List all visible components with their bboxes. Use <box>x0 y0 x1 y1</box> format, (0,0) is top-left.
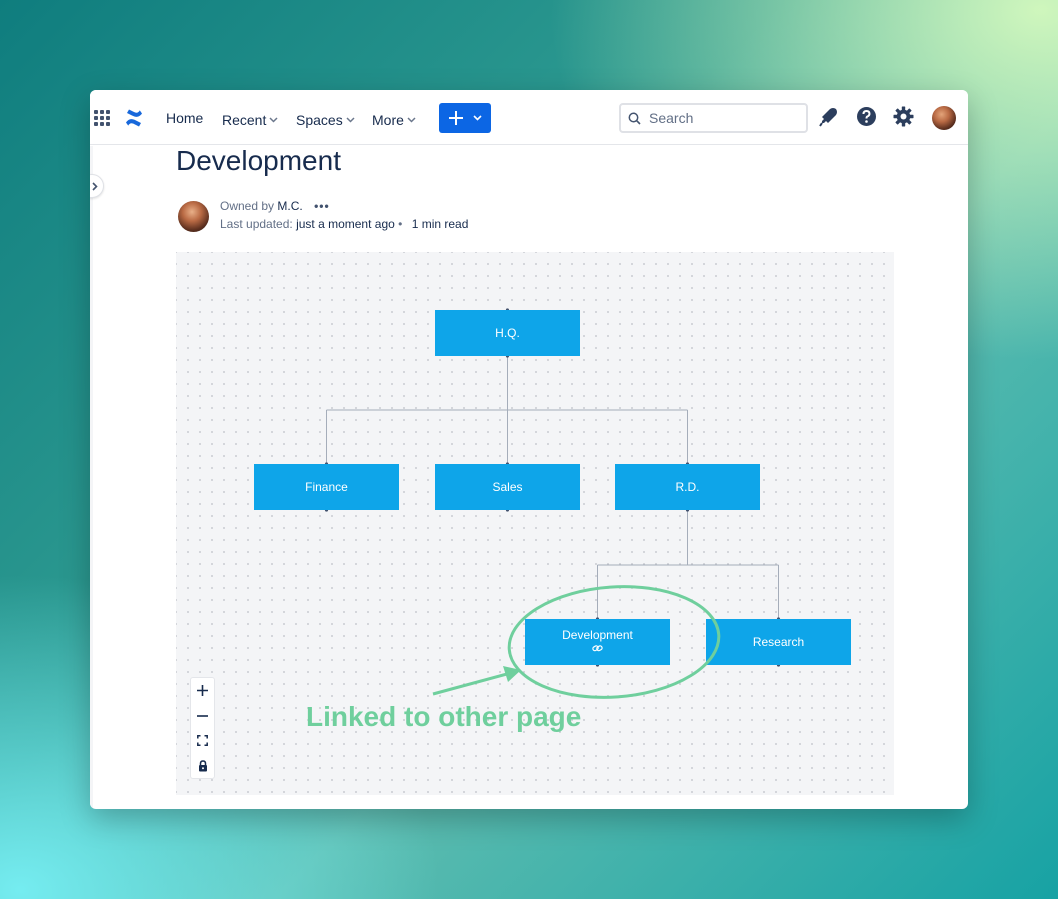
zoom-controls <box>190 677 215 779</box>
expand-sidebar-button[interactable] <box>90 174 104 198</box>
confluence-window: Home Recent Spaces More Search Developme… <box>90 90 968 809</box>
node-label: Development <box>562 628 633 642</box>
fit-to-screen-button[interactable] <box>191 728 214 753</box>
chevron-right-icon <box>92 182 98 191</box>
node-hq[interactable]: H.Q. <box>435 310 580 356</box>
settings-gear-icon[interactable] <box>893 106 914 127</box>
minus-icon <box>197 714 208 717</box>
nav-more[interactable]: More <box>372 110 416 128</box>
sidebar-rail <box>90 146 93 809</box>
node-label: Finance <box>305 480 348 494</box>
node-research[interactable]: Research <box>706 619 851 665</box>
nav-spaces[interactable]: Spaces <box>296 110 355 128</box>
node-sales[interactable]: Sales <box>435 464 580 510</box>
lock-icon <box>198 759 207 771</box>
lock-button[interactable] <box>191 753 214 778</box>
nav-more-label: More <box>372 112 404 128</box>
metadata-separator: • <box>398 217 403 231</box>
plus-icon <box>197 685 208 696</box>
more-actions-icon[interactable]: ••• <box>314 199 330 213</box>
annotation-label: Linked to other page <box>306 701 582 732</box>
node-label: Research <box>752 635 805 649</box>
last-updated-value[interactable]: just a moment ago <box>296 217 395 231</box>
node-label: Sales <box>492 480 523 494</box>
fullscreen-icon <box>197 735 208 746</box>
chevron-down-icon <box>346 110 355 126</box>
zoom-out-button[interactable] <box>191 703 214 728</box>
notifications-icon[interactable] <box>819 106 839 128</box>
top-navigation: Home Recent Spaces More <box>90 90 968 145</box>
nav-recent[interactable]: Recent <box>222 110 278 128</box>
profile-avatar[interactable] <box>932 106 956 130</box>
node-label: R.D. <box>675 480 700 494</box>
node-finance[interactable]: Finance <box>254 464 399 510</box>
plus-icon <box>449 111 463 125</box>
owner-avatar[interactable] <box>178 201 209 232</box>
nav-recent-label: Recent <box>222 112 267 128</box>
node-label: H.Q. <box>495 326 520 340</box>
chevron-down-icon <box>407 110 416 126</box>
confluence-logo-icon[interactable] <box>124 108 144 128</box>
search-icon <box>628 112 641 125</box>
search-box[interactable] <box>619 103 808 133</box>
nav-home[interactable]: Home <box>166 110 203 126</box>
search-input[interactable] <box>649 110 799 126</box>
create-button[interactable] <box>439 103 491 133</box>
zoom-in-button[interactable] <box>191 678 214 703</box>
owner-byline: Owned by M.C. ••• <box>220 199 330 213</box>
chevron-down-icon <box>473 115 482 121</box>
last-updated-label: Last updated: <box>220 217 293 231</box>
link-icon[interactable] <box>592 644 603 656</box>
help-icon[interactable] <box>856 106 877 127</box>
owned-by-label: Owned by <box>220 199 275 213</box>
app-switcher-icon[interactable] <box>94 110 110 126</box>
read-time: 1 min read <box>411 217 469 231</box>
chevron-down-icon <box>269 110 278 126</box>
node-development[interactable]: Development <box>525 619 670 665</box>
page-metadata: Last updated: just a moment ago • 1 min … <box>220 217 468 231</box>
nav-spaces-label: Spaces <box>296 112 343 128</box>
page-title: Development <box>176 145 341 176</box>
node-rd[interactable]: R.D. <box>615 464 760 510</box>
owner-name[interactable]: M.C. <box>277 199 302 213</box>
